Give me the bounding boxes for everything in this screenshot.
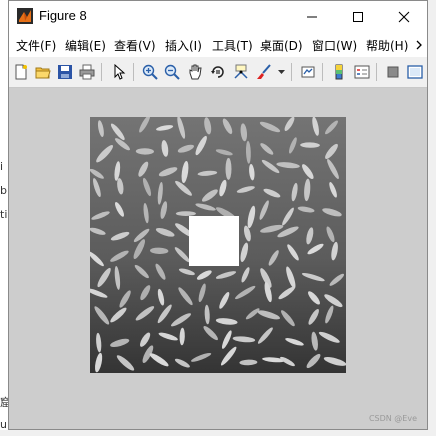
hide-plot-tools-icon — [387, 66, 399, 78]
menu-tools[interactable]: 工具(T) — [212, 37, 253, 54]
rotate-3d-icon — [211, 66, 224, 78]
figure-window: Figure 8 文件(F) 编辑(E) 查看(V) 插入(I) 工具(T) 桌… — [8, 0, 428, 430]
brush-icon — [257, 64, 271, 79]
brush-dropdown-icon[interactable] — [278, 70, 285, 75]
toolbar-separator — [101, 63, 102, 81]
brush-button[interactable] — [254, 62, 274, 82]
colorbar-button[interactable] — [329, 62, 349, 82]
close-button[interactable] — [381, 1, 427, 32]
white-square-region — [189, 216, 239, 266]
grayscale-rice-image — [90, 117, 346, 373]
window-title: Figure 8 — [39, 8, 87, 23]
pan-hand-icon — [189, 64, 202, 80]
hide-plot-tools-button[interactable] — [383, 62, 403, 82]
menu-view[interactable]: 查看(V) — [114, 37, 156, 54]
link-plot-icon — [301, 66, 315, 78]
maximize-icon — [353, 11, 363, 22]
open-button[interactable] — [33, 62, 53, 82]
data-cursor-icon — [234, 64, 248, 79]
pan-button[interactable] — [185, 62, 205, 82]
matlab-logo-icon — [17, 8, 33, 24]
menu-desktop[interactable]: 桌面(D) — [260, 37, 303, 54]
background-text-2: b — [0, 184, 7, 197]
open-icon — [35, 67, 51, 79]
figure-toolbar — [9, 57, 427, 88]
legend-icon — [354, 65, 370, 79]
menu-file[interactable]: 文件(F) — [16, 37, 56, 54]
toolbar-separator — [322, 63, 323, 81]
zoom-in-button[interactable] — [140, 62, 160, 82]
chevron-right-icon[interactable] — [415, 40, 423, 50]
background-text-1: i — [0, 160, 4, 173]
maximize-button[interactable] — [335, 1, 381, 32]
menu-bar: 文件(F) 编辑(E) 查看(V) 插入(I) 工具(T) 桌面(D) 窗口(W… — [9, 32, 427, 58]
save-icon — [58, 65, 72, 79]
menu-window[interactable]: 窗口(W) — [312, 37, 357, 54]
toolbar-separator — [291, 63, 292, 81]
zoom-out-button[interactable] — [162, 62, 182, 82]
title-bar[interactable]: Figure 8 — [9, 1, 427, 32]
close-icon — [398, 11, 410, 22]
save-button[interactable] — [55, 62, 75, 82]
print-icon — [79, 64, 95, 80]
zoom-out-icon — [164, 64, 180, 80]
watermark-text: CSDN @Eve — [368, 414, 417, 423]
rice-grain — [225, 157, 232, 180]
toolbar-separator — [133, 63, 134, 81]
toolbar-separator — [376, 63, 377, 81]
link-plot-button[interactable] — [298, 62, 318, 82]
data-cursor-button[interactable] — [231, 62, 251, 82]
background-text-3: ti — [0, 208, 8, 221]
rice-grain — [175, 211, 196, 216]
edit-plot-arrow-icon — [114, 64, 126, 80]
bottom-window-edge — [0, 430, 436, 436]
menu-edit[interactable]: 编辑(E) — [65, 37, 106, 54]
minimize-icon — [307, 16, 317, 17]
show-plot-tools-button[interactable] — [405, 62, 425, 82]
new-figure-button[interactable] — [11, 62, 31, 82]
minimize-button[interactable] — [289, 1, 335, 32]
legend-button[interactable] — [352, 62, 372, 82]
zoom-in-icon — [142, 64, 158, 80]
new-figure-icon — [15, 64, 27, 80]
menu-insert[interactable]: 插入(I) — [165, 37, 202, 54]
show-plot-tools-icon — [407, 65, 423, 79]
print-button[interactable] — [77, 62, 97, 82]
edit-plot-button[interactable] — [109, 62, 129, 82]
menu-help[interactable]: 帮助(H) — [366, 37, 408, 54]
rotate-3d-button[interactable] — [208, 62, 228, 82]
colorbar-icon — [335, 64, 343, 80]
